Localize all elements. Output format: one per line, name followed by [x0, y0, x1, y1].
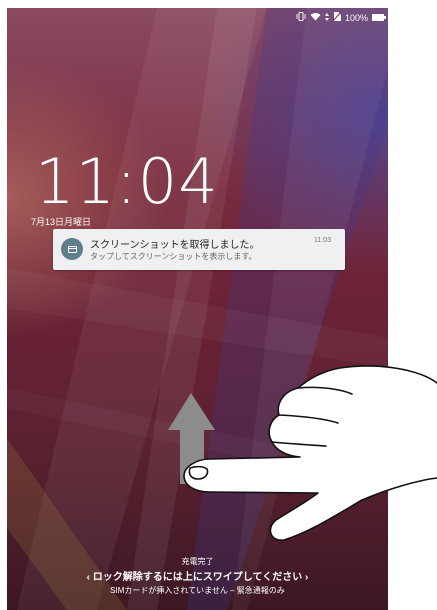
unlock-hint-label: ロック解除するには上にスワイプしてください	[92, 572, 303, 583]
chevron-right-icon: ›	[304, 572, 309, 583]
wallpaper-streaks	[7, 8, 388, 610]
lock-screen[interactable]: 100% 11:04 7月13日月曜日 スクリーンショットを取得しました。 タッ…	[7, 8, 388, 610]
battery-percent: 100%	[344, 12, 368, 23]
lockscreen-clock: 11:04	[35, 145, 219, 218]
screenshot-notification[interactable]: スクリーンショットを取得しました。 タップしてスクリーンショットを表示します。 …	[53, 229, 345, 270]
unlock-hint[interactable]: ‹ ロック解除するには上にスワイプしてください ›	[7, 568, 388, 583]
screenshot-frame: 100% 11:04 7月13日月曜日 スクリーンショットを取得しました。 タッ…	[0, 0, 437, 610]
wifi-icon	[310, 12, 321, 23]
status-bar: 100%	[7, 8, 388, 30]
chevron-left-icon: ‹	[86, 572, 91, 583]
no-sim-icon	[332, 11, 342, 23]
data-transfer-icon	[324, 12, 329, 23]
battery-icon	[372, 14, 386, 21]
screenshot-icon	[61, 238, 83, 260]
notification-text: タップしてスクリーンショットを表示します。	[90, 252, 257, 261]
status-icons: 100%	[296, 11, 386, 23]
vibrate-icon	[296, 12, 306, 23]
lockscreen-date: 7月13日月曜日	[31, 217, 92, 227]
notification-title: スクリーンショットを取得しました。	[90, 240, 260, 251]
sim-notice[interactable]: SIMカードが挿入されていません – 緊急通報のみ	[7, 585, 388, 596]
charging-status: 充電完了	[181, 557, 214, 566]
notification-time: 11:03	[314, 237, 331, 244]
